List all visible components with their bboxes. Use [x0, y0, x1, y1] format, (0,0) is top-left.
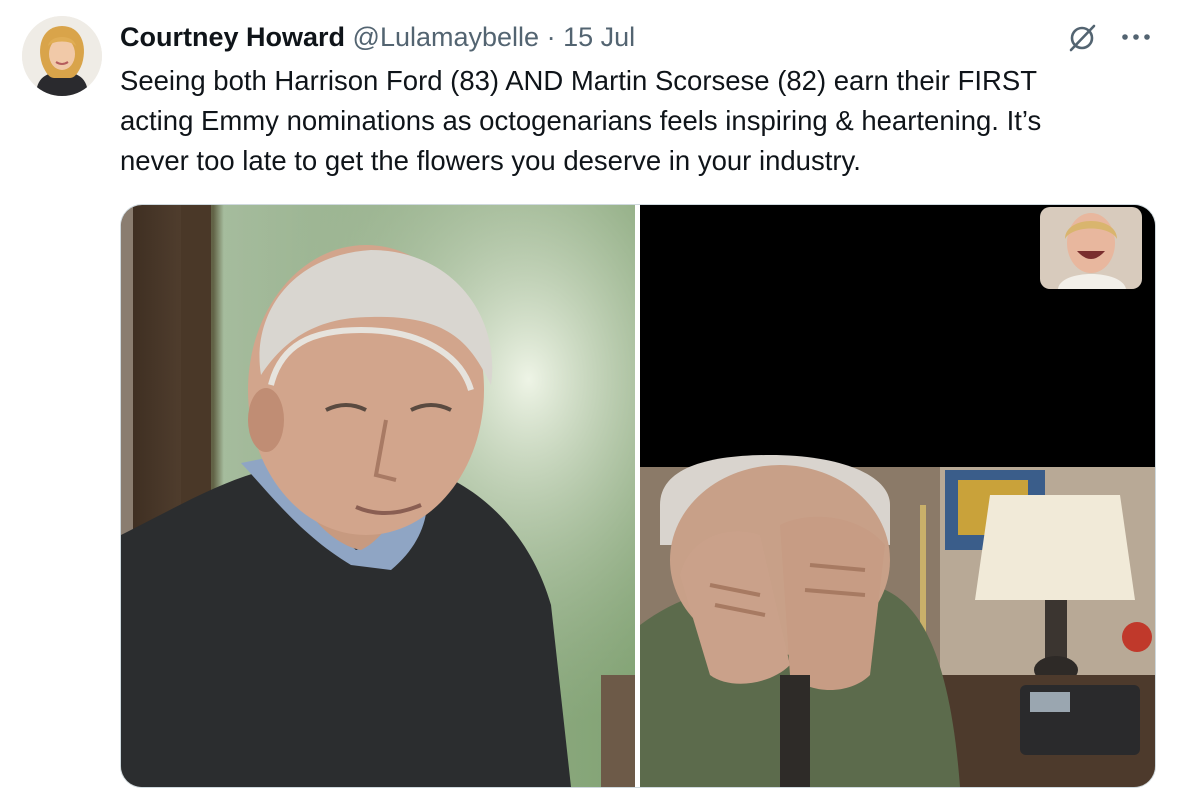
- photo-video-call-man-covering-face-icon: [640, 205, 1155, 787]
- tweet-date[interactable]: 15 Jul: [563, 22, 635, 52]
- author-avatar[interactable]: [22, 16, 102, 96]
- tweet-header: Courtney Howard @Lulamaybelle · 15 Jul: [120, 18, 635, 56]
- media-photo-left[interactable]: [121, 205, 635, 787]
- photo-elderly-man-dark-sweater-icon: [121, 205, 635, 787]
- author-display-name[interactable]: Courtney Howard: [120, 22, 345, 52]
- grok-slash-circle-icon[interactable]: [1066, 21, 1098, 53]
- profile-photo-icon: [22, 16, 102, 96]
- header-separator: ·: [546, 22, 556, 52]
- media-photo-right[interactable]: [640, 205, 1155, 787]
- more-horizontal-icon[interactable]: [1118, 21, 1154, 53]
- tweet-text-line: Seeing both Harrison Ford (83) AND Marti…: [120, 65, 1038, 96]
- tweet-text-line: never too late to get the flowers you de…: [120, 145, 861, 176]
- tweet-media: [120, 204, 1156, 788]
- tweet-text-line: acting Emmy nominations as octogenarians…: [120, 105, 1042, 136]
- tweet-text: Seeing both Harrison Ford (83) AND Marti…: [120, 61, 1170, 181]
- author-handle[interactable]: @Lulamaybelle: [353, 22, 540, 52]
